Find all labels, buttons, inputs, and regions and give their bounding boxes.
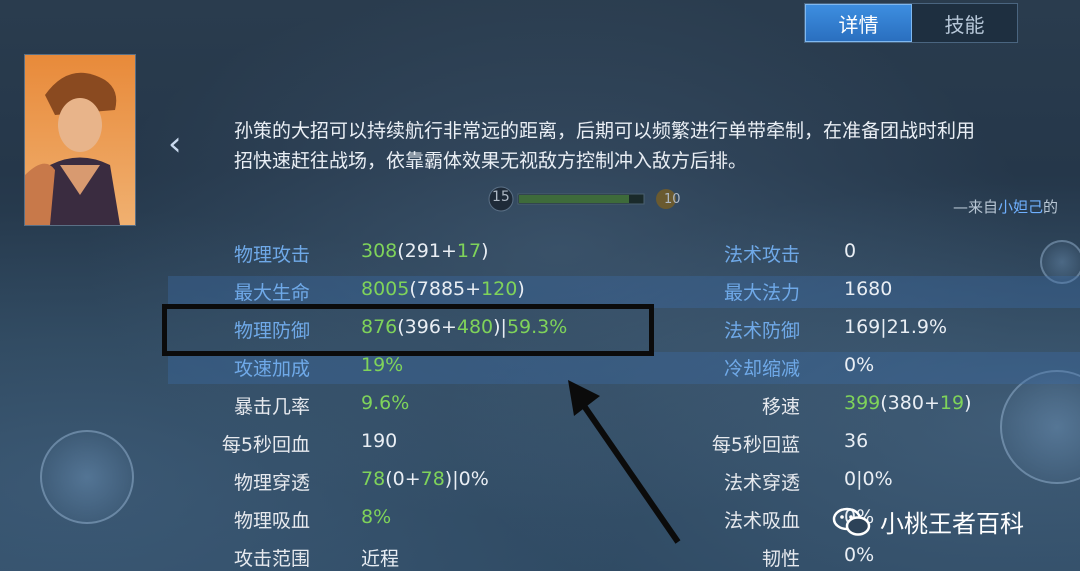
left-stat-value: 9.6% [361, 392, 410, 414]
description-line: 招快速赶往战场，依靠霸体效果无视敌方控制冲入敌方后排。 [234, 150, 748, 172]
right-stat-label: 法术吸血 [723, 510, 800, 532]
left-stat-label: 攻击范围 [233, 548, 310, 570]
hero-portrait [24, 54, 136, 226]
watermark: 小桃王者百科 [832, 504, 1024, 539]
level-left: 15 [492, 189, 510, 205]
left-stat-label: 物理吸血 [233, 510, 310, 532]
source-suffix: 的 [1043, 198, 1059, 216]
right-stat-value: 399(380+19) [844, 392, 972, 414]
source-name[interactable]: 小妲己 [998, 198, 1043, 216]
tab-details[interactable]: 详情 [805, 4, 912, 42]
right-stat-value: 169|21.9% [844, 316, 948, 338]
back-chevron-icon[interactable]: ‹ [168, 126, 196, 162]
left-stat-value: 308(291+17) [361, 240, 489, 262]
skill-button-decor [40, 430, 134, 524]
tab-skills[interactable]: 技能 [912, 4, 1017, 42]
right-stat-value: 0% [844, 354, 875, 376]
description-line: 孙策的大招可以持续航行非常远的距离，后期可以频繁进行单带牵制，在准备团战时利用 [234, 120, 976, 142]
left-stat-label: 最大生命 [233, 282, 310, 304]
level-right: 10 [664, 192, 681, 207]
right-stat-label: 移速 [761, 396, 800, 418]
left-stat-label: 物理穿透 [233, 472, 310, 494]
right-stat-label: 法术防御 [723, 320, 800, 342]
right-stat-label: 最大法力 [723, 282, 800, 304]
annotation-arrow-icon [568, 380, 681, 544]
left-stat-label: 物理攻击 [233, 244, 310, 266]
wechat-icon [832, 507, 871, 536]
right-stat-label: 每5秒回蓝 [711, 434, 800, 456]
highlight-box [162, 304, 654, 356]
left-stat-value: 8005(7885+120) [361, 278, 525, 300]
source-prefix: —来自 [953, 198, 999, 216]
right-stat-label: 法术攻击 [723, 244, 800, 266]
right-stat-value: 0 [844, 240, 857, 262]
hero-description: 孙策的大招可以持续航行非常远的距离，后期可以频繁进行单带牵制，在准备团战时利用招… [234, 116, 1080, 176]
level-bar: 15 10 [488, 186, 688, 212]
right-stat-value: 36 [844, 430, 869, 452]
left-stat-label: 攻速加成 [233, 358, 310, 380]
right-stat-label: 法术穿透 [723, 472, 800, 494]
right-stat-label: 韧性 [761, 548, 800, 570]
right-stat-value: 0% [844, 544, 875, 566]
left-stat-value: 近程 [361, 548, 400, 570]
left-stat-value: 19% [361, 354, 404, 376]
right-stat-value: 1680 [844, 278, 893, 300]
left-stat-value: 78(0+78)|0% [361, 468, 489, 490]
right-stat-label: 冷却缩减 [723, 358, 800, 380]
left-stat-label: 暴击几率 [233, 396, 310, 418]
right-stat-value: 0|0% [844, 468, 893, 490]
left-stat-value: 190 [361, 430, 398, 452]
description-source: —来自小妲己的 [953, 196, 1058, 217]
watermark-text: 小桃王者百科 [880, 510, 1024, 538]
left-stat-label: 每5秒回血 [221, 434, 310, 456]
tab-bar: 详情 技能 [804, 3, 1018, 43]
left-stat-value: 8% [361, 506, 392, 528]
